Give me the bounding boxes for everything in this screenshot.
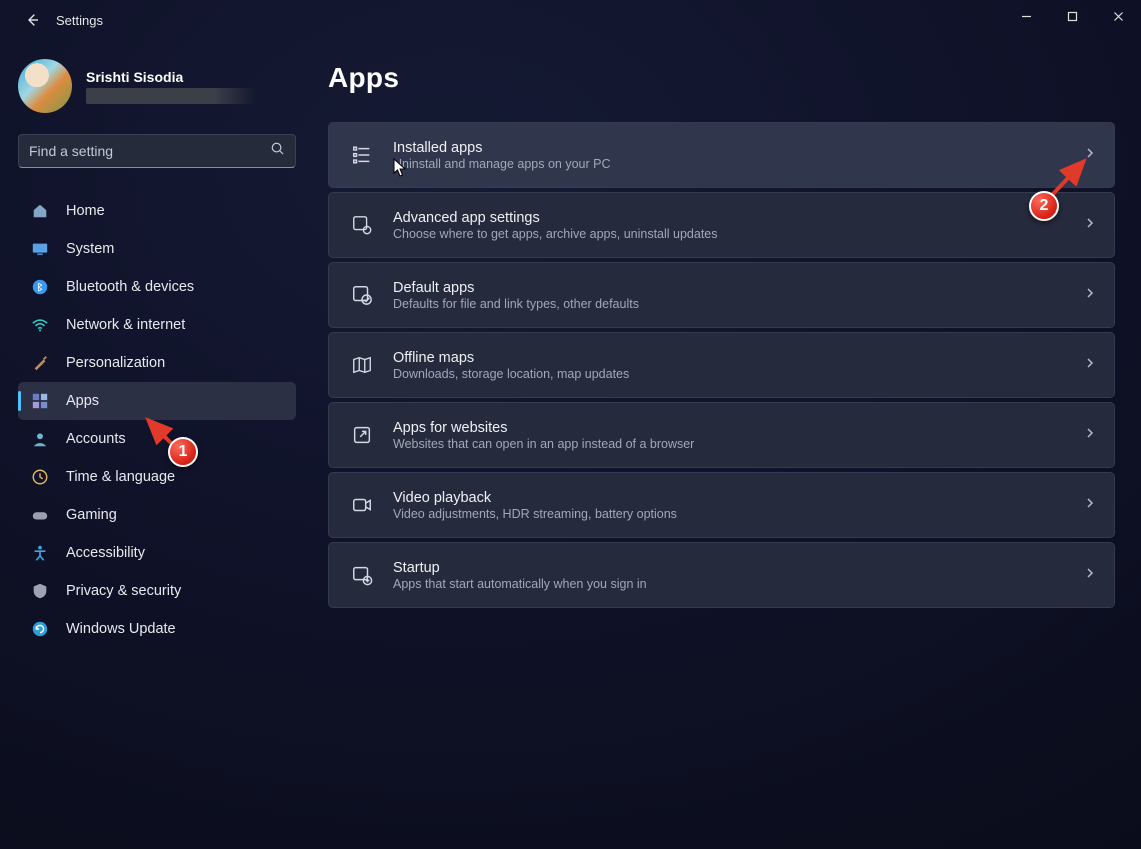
- chevron-right-icon: [1084, 216, 1096, 234]
- back-button[interactable]: [16, 12, 48, 28]
- sidebar-item-system[interactable]: System: [18, 230, 296, 268]
- annotation-badge-1: 1: [168, 437, 198, 467]
- nav-label: Gaming: [66, 507, 117, 523]
- list-icon: [349, 142, 375, 168]
- sidebar-item-accessibility[interactable]: Accessibility: [18, 534, 296, 572]
- sidebar-item-privacy[interactable]: Privacy & security: [18, 572, 296, 610]
- sidebar: Srishti Sisodia Home System Bluetooth & …: [0, 40, 310, 648]
- nav-label: Apps: [66, 393, 99, 409]
- card-title: Startup: [393, 560, 647, 576]
- card-installed-apps[interactable]: Installed apps Uninstall and manage apps…: [328, 122, 1115, 188]
- nav-label: Windows Update: [66, 621, 176, 637]
- card-subtitle: Apps that start automatically when you s…: [393, 577, 647, 591]
- card-default-apps[interactable]: Default apps Defaults for file and link …: [328, 262, 1115, 328]
- nav-label: Home: [66, 203, 105, 219]
- refresh-icon: [30, 619, 50, 639]
- card-title: Offline maps: [393, 350, 629, 366]
- card-offline-maps[interactable]: Offline maps Downloads, storage location…: [328, 332, 1115, 398]
- app-gear-icon: [349, 212, 375, 238]
- brush-icon: [30, 353, 50, 373]
- titlebar: Settings: [0, 0, 1141, 40]
- cards-list: Installed apps Uninstall and manage apps…: [328, 122, 1115, 608]
- card-title: Apps for websites: [393, 420, 694, 436]
- card-title: Advanced app settings: [393, 210, 718, 226]
- window-controls: [1003, 0, 1141, 32]
- bluetooth-icon: [30, 277, 50, 297]
- nav-label: Privacy & security: [66, 583, 181, 599]
- default-app-icon: [349, 282, 375, 308]
- sidebar-item-bluetooth[interactable]: Bluetooth & devices: [18, 268, 296, 306]
- card-subtitle: Choose where to get apps, archive apps, …: [393, 227, 718, 241]
- window-title: Settings: [56, 13, 103, 28]
- card-subtitle: Video adjustments, HDR streaming, batter…: [393, 507, 677, 521]
- nav-label: System: [66, 241, 114, 257]
- avatar: [18, 59, 72, 113]
- sidebar-item-gaming[interactable]: Gaming: [18, 496, 296, 534]
- user-icon: [30, 429, 50, 449]
- card-subtitle: Downloads, storage location, map updates: [393, 367, 629, 381]
- search-box[interactable]: [18, 134, 296, 168]
- nav-label: Accessibility: [66, 545, 145, 561]
- home-icon: [30, 201, 50, 221]
- card-apps-for-websites[interactable]: Apps for websites Websites that can open…: [328, 402, 1115, 468]
- map-icon: [349, 352, 375, 378]
- clock-icon: [30, 467, 50, 487]
- chevron-right-icon: [1084, 286, 1096, 304]
- card-title: Installed apps: [393, 140, 611, 156]
- card-startup[interactable]: Startup Apps that start automatically wh…: [328, 542, 1115, 608]
- content-area: Apps Installed apps Uninstall and manage…: [310, 40, 1141, 608]
- card-title: Video playback: [393, 490, 677, 506]
- nav-label: Personalization: [66, 355, 165, 371]
- chevron-right-icon: [1084, 426, 1096, 444]
- accessibility-icon: [30, 543, 50, 563]
- chevron-right-icon: [1084, 356, 1096, 374]
- sidebar-item-time-language[interactable]: Time & language: [18, 458, 296, 496]
- card-video-playback[interactable]: Video playback Video adjustments, HDR st…: [328, 472, 1115, 538]
- sidebar-item-personalization[interactable]: Personalization: [18, 344, 296, 382]
- nav-label: Time & language: [66, 469, 175, 485]
- user-name: Srishti Sisodia: [86, 69, 256, 85]
- annotation-badge-2: 2: [1029, 191, 1059, 221]
- annotation-arrow-2: [1050, 153, 1100, 203]
- card-advanced-app-settings[interactable]: Advanced app settings Choose where to ge…: [328, 192, 1115, 258]
- page-title: Apps: [328, 62, 1115, 94]
- external-link-icon: [349, 422, 375, 448]
- close-button[interactable]: [1095, 0, 1141, 32]
- maximize-button[interactable]: [1049, 0, 1095, 32]
- sidebar-item-windows-update[interactable]: Windows Update: [18, 610, 296, 648]
- sidebar-item-home[interactable]: Home: [18, 192, 296, 230]
- minimize-button[interactable]: [1003, 0, 1049, 32]
- video-icon: [349, 492, 375, 518]
- sidebar-item-network[interactable]: Network & internet: [18, 306, 296, 344]
- arrow-left-icon: [24, 12, 40, 28]
- nav-label: Bluetooth & devices: [66, 279, 194, 295]
- gamepad-icon: [30, 505, 50, 525]
- chevron-right-icon: [1084, 566, 1096, 584]
- system-icon: [30, 239, 50, 259]
- nav-label: Network & internet: [66, 317, 185, 333]
- startup-icon: [349, 562, 375, 588]
- nav-label: Accounts: [66, 431, 126, 447]
- card-subtitle: Uninstall and manage apps on your PC: [393, 157, 611, 171]
- apps-icon: [30, 391, 50, 411]
- wifi-icon: [30, 315, 50, 335]
- shield-icon: [30, 581, 50, 601]
- search-input[interactable]: [29, 143, 270, 159]
- search-icon: [270, 141, 285, 161]
- card-title: Default apps: [393, 280, 639, 296]
- user-account[interactable]: Srishti Sisodia: [18, 54, 296, 118]
- chevron-right-icon: [1084, 496, 1096, 514]
- user-email-redacted: [86, 88, 256, 104]
- card-subtitle: Websites that can open in an app instead…: [393, 437, 694, 451]
- card-subtitle: Defaults for file and link types, other …: [393, 297, 639, 311]
